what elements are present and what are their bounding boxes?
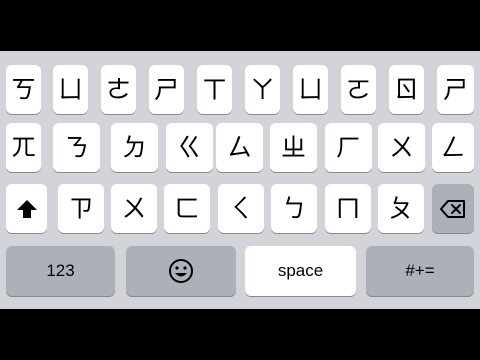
key-glyph: ㄩ bbox=[57, 75, 83, 104]
key-r1-10[interactable]: ㄕ bbox=[437, 65, 474, 114]
key-r2-6[interactable]: ㄓ bbox=[270, 123, 317, 172]
key-glyph: ㄨ bbox=[121, 194, 147, 223]
key-r1-4[interactable]: ㄕ bbox=[149, 65, 184, 114]
symbols-key[interactable]: #+= bbox=[366, 246, 474, 296]
shift-key[interactable] bbox=[6, 184, 47, 233]
key-glyph: ㄗ bbox=[68, 194, 94, 223]
key-r1-9[interactable]: ㄖ bbox=[389, 65, 424, 114]
key-glyph: ㄕ bbox=[153, 75, 179, 104]
key-glyph: ㄨ bbox=[388, 133, 414, 162]
key-r3-6[interactable]: ㄇ bbox=[325, 184, 371, 233]
key-glyph: ㄑ bbox=[228, 194, 254, 223]
key-r1-5[interactable]: ㄒ bbox=[197, 65, 232, 114]
key-glyph: ㄆ bbox=[388, 194, 414, 223]
key-glyph: ㄅ bbox=[281, 194, 307, 223]
key-r3-5[interactable]: ㄅ bbox=[271, 184, 317, 233]
key-r2-3[interactable]: ㄉ bbox=[111, 123, 158, 172]
key-glyph: ㄇ bbox=[335, 194, 361, 223]
symbols-key-label: #+= bbox=[405, 261, 435, 280]
key-glyph: ㄫ bbox=[10, 133, 36, 162]
key-glyph: ㄏ bbox=[335, 133, 361, 162]
space-key-label: space bbox=[277, 261, 324, 280]
key-glyph: ㄕ bbox=[442, 75, 468, 104]
key-r2-1[interactable]: ㄫ bbox=[6, 123, 41, 172]
keyboard: ㄎ ㄩ ㄜ ㄕ ㄒ ㄚ ㄩ ㄛ ㄖ ㄕ ㄫ ㄋ ㄉ ㄍ ㄙ ㄓ ㄏ ㄨ ㄥ ㄗ … bbox=[0, 51, 480, 309]
key-r3-1[interactable]: ㄗ bbox=[58, 184, 104, 233]
key-glyph: ㄜ bbox=[105, 75, 131, 104]
key-r1-8[interactable]: ㄛ bbox=[341, 65, 376, 114]
key-glyph: ㄛ bbox=[345, 75, 371, 104]
shift-arrow-icon bbox=[16, 198, 38, 220]
space-key[interactable]: space bbox=[245, 246, 356, 296]
numbers-key[interactable]: 123 bbox=[6, 246, 115, 296]
key-r2-4[interactable]: ㄍ bbox=[166, 123, 213, 172]
key-glyph: ㄙ bbox=[226, 133, 252, 162]
backspace-icon bbox=[440, 199, 466, 219]
key-r2-9[interactable]: ㄥ bbox=[432, 123, 474, 172]
emoji-key[interactable] bbox=[126, 246, 236, 296]
key-r1-2[interactable]: ㄩ bbox=[53, 65, 88, 114]
key-r3-4[interactable]: ㄑ bbox=[218, 184, 264, 233]
key-r2-8[interactable]: ㄨ bbox=[378, 123, 425, 172]
backspace-key[interactable] bbox=[432, 184, 474, 233]
key-r1-7[interactable]: ㄩ bbox=[293, 65, 328, 114]
key-r2-2[interactable]: ㄋ bbox=[53, 123, 100, 172]
key-glyph: ㄓ bbox=[280, 133, 306, 162]
numbers-key-label: 123 bbox=[46, 261, 75, 280]
key-glyph: ㄉ bbox=[121, 133, 147, 162]
key-r3-3[interactable]: ㄈ bbox=[164, 184, 210, 233]
key-glyph: ㄚ bbox=[249, 75, 275, 104]
key-r2-5[interactable]: ㄙ bbox=[216, 123, 263, 172]
key-r3-2[interactable]: ㄨ bbox=[111, 184, 157, 233]
key-glyph: ㄥ bbox=[440, 133, 466, 162]
key-r1-6[interactable]: ㄚ bbox=[245, 65, 280, 114]
key-r1-3[interactable]: ㄜ bbox=[101, 65, 136, 114]
key-glyph: ㄩ bbox=[297, 75, 323, 104]
key-r3-7[interactable]: ㄆ bbox=[378, 184, 424, 233]
key-r1-1[interactable]: ㄎ bbox=[6, 65, 41, 114]
emoji-icon bbox=[168, 258, 194, 284]
key-glyph: ㄍ bbox=[176, 133, 202, 162]
key-glyph: ㄎ bbox=[10, 75, 36, 104]
key-glyph: ㄋ bbox=[63, 133, 89, 162]
key-glyph: ㄒ bbox=[201, 75, 227, 104]
key-r2-7[interactable]: ㄏ bbox=[325, 123, 372, 172]
key-glyph: ㄖ bbox=[393, 75, 419, 104]
key-glyph: ㄈ bbox=[174, 194, 200, 223]
